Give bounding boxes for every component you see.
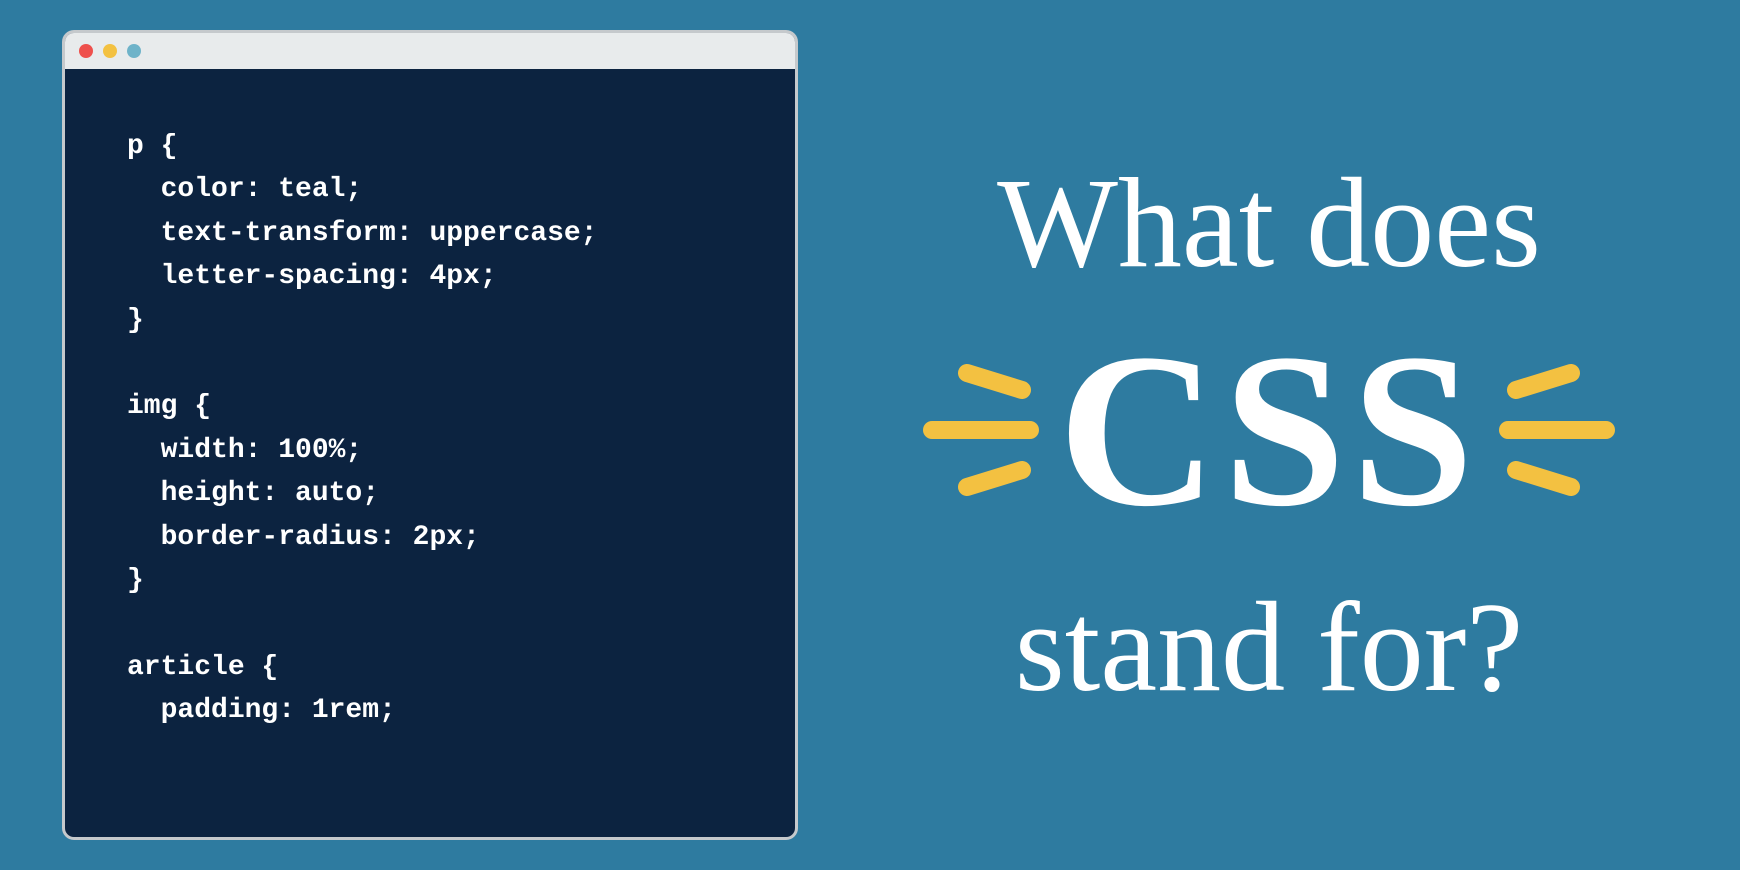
headline: What does CSS stand for?: [798, 0, 1740, 870]
headline-line-1: What does: [997, 156, 1541, 290]
window-titlebar: [65, 33, 795, 69]
code-snippet: p { color: teal; text-transform: upperca…: [65, 69, 795, 837]
burst-left-icon: [912, 355, 1042, 505]
burst-right-icon: [1496, 355, 1626, 505]
code-window: p { color: teal; text-transform: upperca…: [62, 30, 798, 840]
minimize-icon[interactable]: [103, 44, 117, 58]
close-icon[interactable]: [79, 44, 93, 58]
maximize-icon[interactable]: [127, 44, 141, 58]
headline-css-word: CSS: [1058, 320, 1480, 540]
headline-line-2: stand for?: [1015, 580, 1523, 714]
headline-css-row: CSS: [912, 320, 1626, 540]
